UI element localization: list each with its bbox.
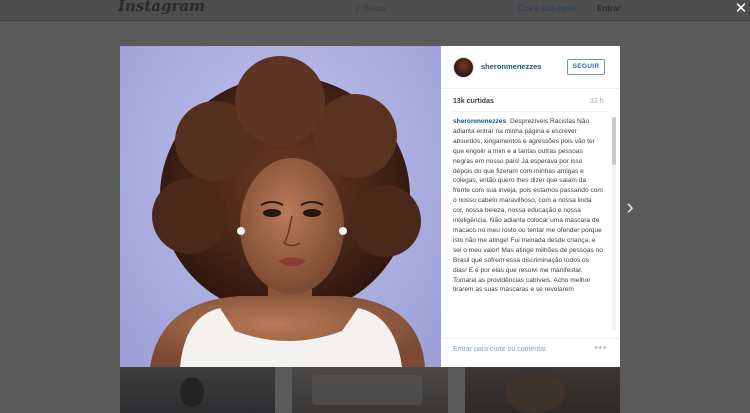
search-box[interactable]: ⚲ Busca	[300, 2, 440, 16]
search-placeholder: Busca	[363, 4, 386, 13]
caption-username[interactable]: sheronmenezzes	[453, 118, 506, 125]
chevron-right-icon[interactable]: ›	[623, 196, 637, 218]
more-icon[interactable]: •••	[594, 342, 607, 354]
likes-count: 13k curtidas	[453, 98, 494, 105]
thumbnail-image[interactable]	[120, 367, 275, 413]
divider	[453, 111, 608, 112]
thumbnail-image[interactable]	[292, 367, 448, 413]
comment-row: Entrar para curtir ou comentar. •••	[441, 338, 620, 368]
scrollbar-thumb[interactable]	[612, 117, 616, 165]
follow-button[interactable]: SEGUIR	[567, 59, 605, 75]
post-timestamp: 32 h	[590, 98, 604, 105]
post-caption: sheronmenezzes Desprezíveis Racistas Não…	[453, 117, 603, 331]
instagram-logo[interactable]: Instagram	[118, 0, 205, 15]
login-link[interactable]: Entrar	[597, 4, 621, 13]
login-to-comment-link[interactable]: Entrar para curtir ou comentar.	[453, 346, 548, 353]
portrait-illustration	[150, 56, 425, 367]
caption-scrollbar[interactable]	[612, 117, 616, 331]
caption-text: Desprezíveis Racistas Não adianta entrar…	[453, 118, 603, 294]
signup-link[interactable]: Crie a sua conta	[518, 4, 576, 13]
post-username[interactable]: sheronmenezzes	[481, 62, 541, 71]
post-sidebar: sheronmenezzes SEGUIR 13k curtidas 32 h …	[441, 46, 620, 367]
close-icon[interactable]: ✕	[733, 1, 749, 17]
avatar[interactable]	[453, 57, 474, 78]
post-modal: sheronmenezzes SEGUIR 13k curtidas 32 h …	[120, 46, 620, 367]
background-thumbnails	[120, 367, 620, 413]
search-icon: ⚲	[354, 4, 361, 13]
thumbnail-image[interactable]	[465, 367, 620, 413]
background-header: Instagram ⚲ Busca Crie a sua conta Entrar	[0, 0, 750, 21]
post-header: sheronmenezzes SEGUIR	[441, 46, 620, 89]
post-photo[interactable]	[120, 46, 441, 367]
